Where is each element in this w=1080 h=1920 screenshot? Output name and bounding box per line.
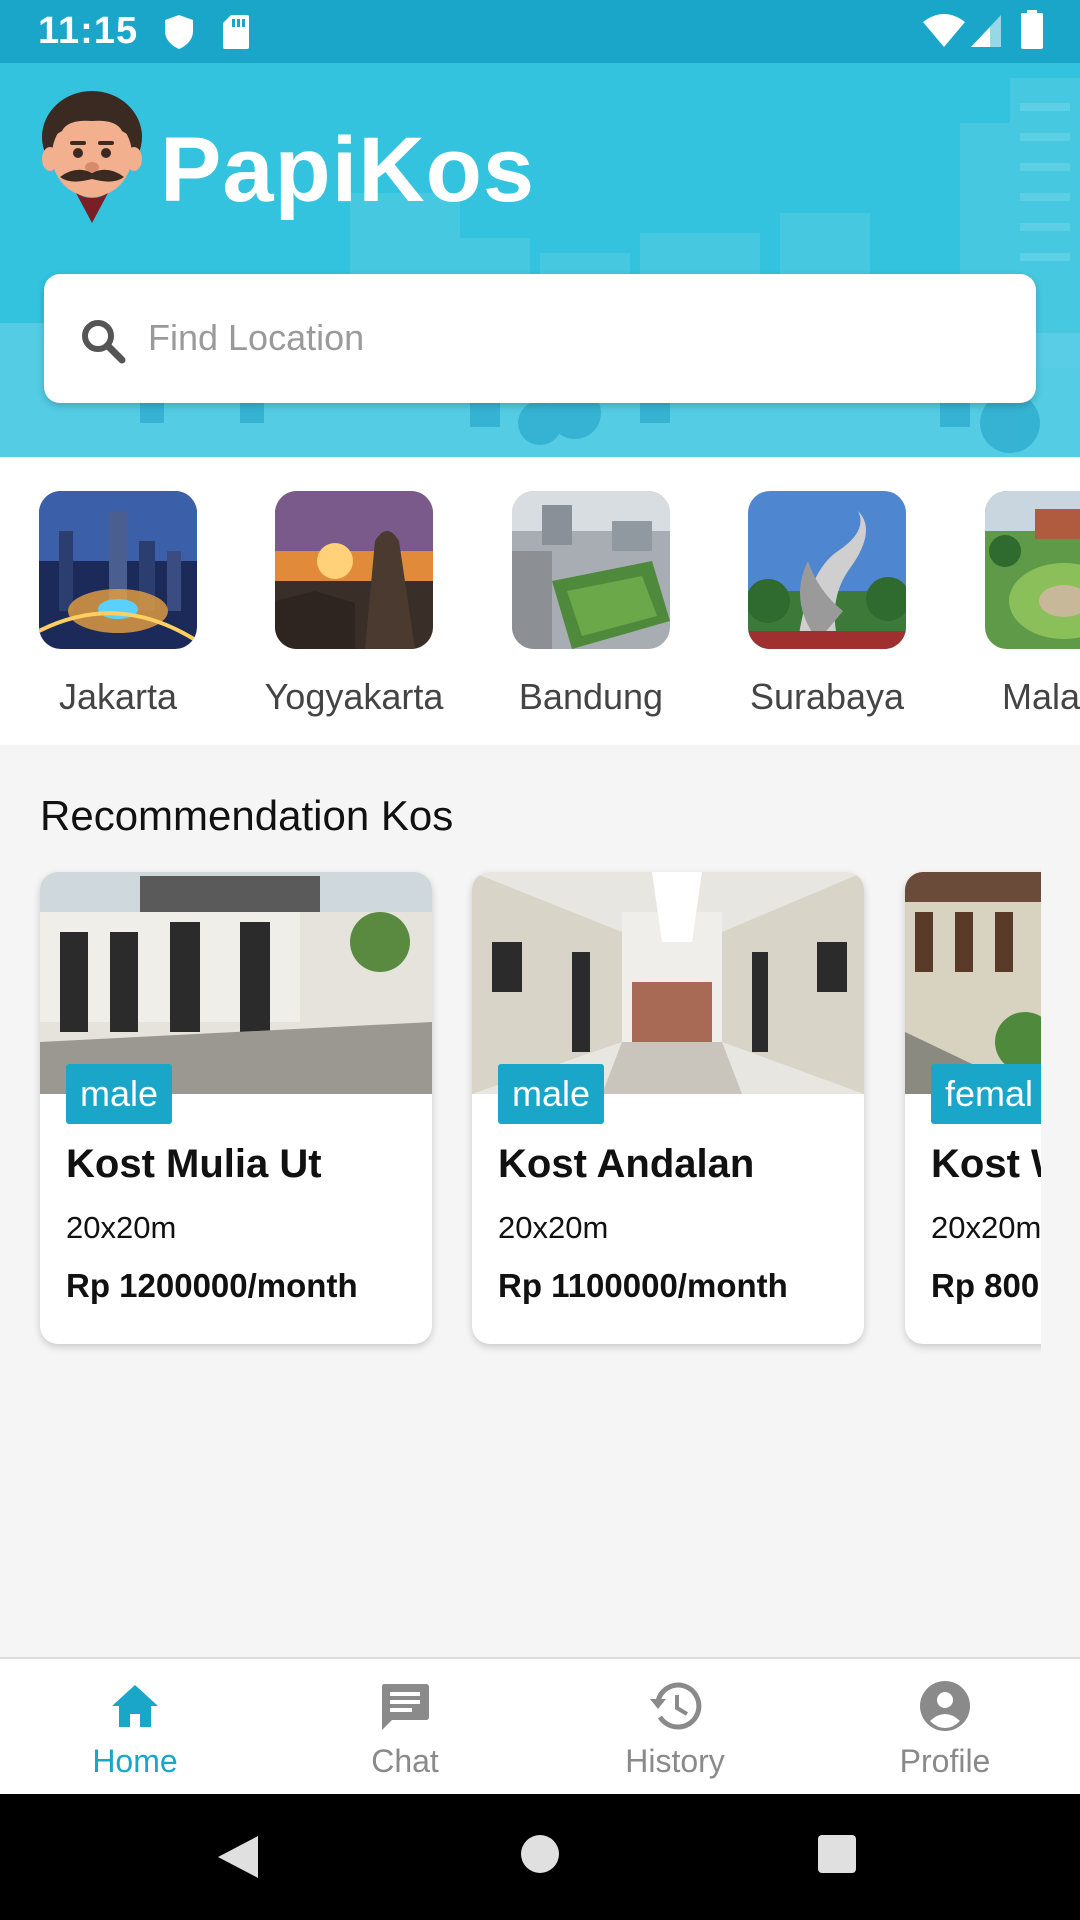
city-name: Mala — [1002, 676, 1080, 717]
kos-price: Rp 800 — [931, 1267, 1040, 1304]
header: PapiKos — [0, 63, 1080, 457]
section-title-recommendation: Recommendation Kos — [40, 792, 454, 839]
recommendation-list: male Kost Mulia Ut 20x20m Rp 1200000/mon… — [0, 860, 1041, 1360]
system-navigation-bar — [0, 1794, 1080, 1920]
city-name: Bandung — [518, 676, 664, 717]
search-bar[interactable] — [44, 274, 1036, 403]
search-icon — [82, 320, 126, 364]
city-item-mala[interactable]: Mala — [964, 491, 1080, 718]
nav-item-chat[interactable]: Chat — [270, 1659, 540, 1794]
gender-badge: male — [66, 1064, 173, 1124]
logo-mascot-icon — [42, 91, 142, 223]
nav-label: Profile — [899, 1743, 991, 1779]
status-bar: 11:15 — [0, 0, 1080, 63]
kos-name: Kost Mulia Ut — [66, 1142, 322, 1186]
kos-image — [472, 872, 864, 1094]
city-image-mala — [985, 491, 1080, 649]
kos-size: 20x20m — [931, 1210, 1041, 1245]
nav-item-history[interactable]: History — [540, 1659, 810, 1794]
city-image-jakarta — [38, 491, 199, 649]
search-input[interactable] — [148, 296, 1008, 380]
kos-price: Rp 1200000/month — [66, 1267, 358, 1304]
city-name: Surabaya — [749, 676, 905, 717]
kos-card[interactable]: femal Kost W 20x20m Rp 800 — [905, 872, 1041, 1344]
kos-image — [40, 872, 432, 1094]
city-image-bandung — [512, 491, 670, 649]
shield-icon — [165, 15, 193, 49]
city-name: Yogyakarta — [264, 676, 444, 717]
nav-label: History — [625, 1743, 725, 1779]
home-icon — [112, 1685, 158, 1727]
sd-card-icon — [223, 15, 249, 49]
wifi-icon — [923, 14, 965, 47]
nav-item-profile[interactable]: Profile — [810, 1659, 1080, 1794]
city-item-surabaya[interactable]: Surabaya — [727, 491, 927, 718]
recents-icon[interactable] — [817, 1834, 857, 1874]
nav-label: Home — [92, 1743, 178, 1779]
battery-icon — [1021, 10, 1043, 49]
city-image-yogyakarta — [275, 491, 433, 649]
chat-icon — [382, 1684, 429, 1730]
city-item-jakarta[interactable]: Jakarta — [18, 491, 218, 718]
signal-icon — [971, 15, 1001, 47]
bottom-navigation: Home Chat History Profile — [0, 1657, 1080, 1794]
city-name: Jakarta — [58, 676, 178, 717]
city-item-bandung[interactable]: Bandung — [491, 491, 691, 718]
app-root: 11:15 PapiKos Find Location Jakarta Yogy… — [0, 0, 1080, 1920]
kos-size: 20x20m — [498, 1210, 609, 1245]
city-list: Jakarta Yogyakarta Bandung Surabaya Mala — [0, 457, 1080, 745]
gender-badge: femal — [931, 1064, 1041, 1124]
history-icon — [650, 1682, 702, 1730]
kos-image — [905, 872, 1041, 1094]
kos-name: Kost Andalan — [498, 1142, 755, 1186]
gender-badge: male — [498, 1064, 605, 1124]
back-icon[interactable] — [216, 1834, 260, 1880]
kos-card[interactable]: male Kost Andalan 20x20m Rp 1100000/mont… — [472, 872, 864, 1344]
city-image-surabaya — [746, 491, 910, 649]
kos-size: 20x20m — [66, 1210, 177, 1245]
kos-card[interactable]: male Kost Mulia Ut 20x20m Rp 1200000/mon… — [40, 872, 432, 1344]
app-logo-text: PapiKos — [160, 119, 536, 221]
nav-item-home[interactable]: Home — [0, 1659, 270, 1794]
kos-price: Rp 1100000/month — [498, 1267, 788, 1304]
city-item-yogyakarta[interactable]: Yogyakarta — [254, 491, 454, 718]
status-time: 11:15 — [38, 10, 139, 52]
kos-name: Kost W — [931, 1142, 1041, 1186]
home-button-icon[interactable] — [520, 1834, 560, 1874]
profile-icon — [920, 1681, 970, 1731]
nav-label: Chat — [371, 1743, 439, 1779]
